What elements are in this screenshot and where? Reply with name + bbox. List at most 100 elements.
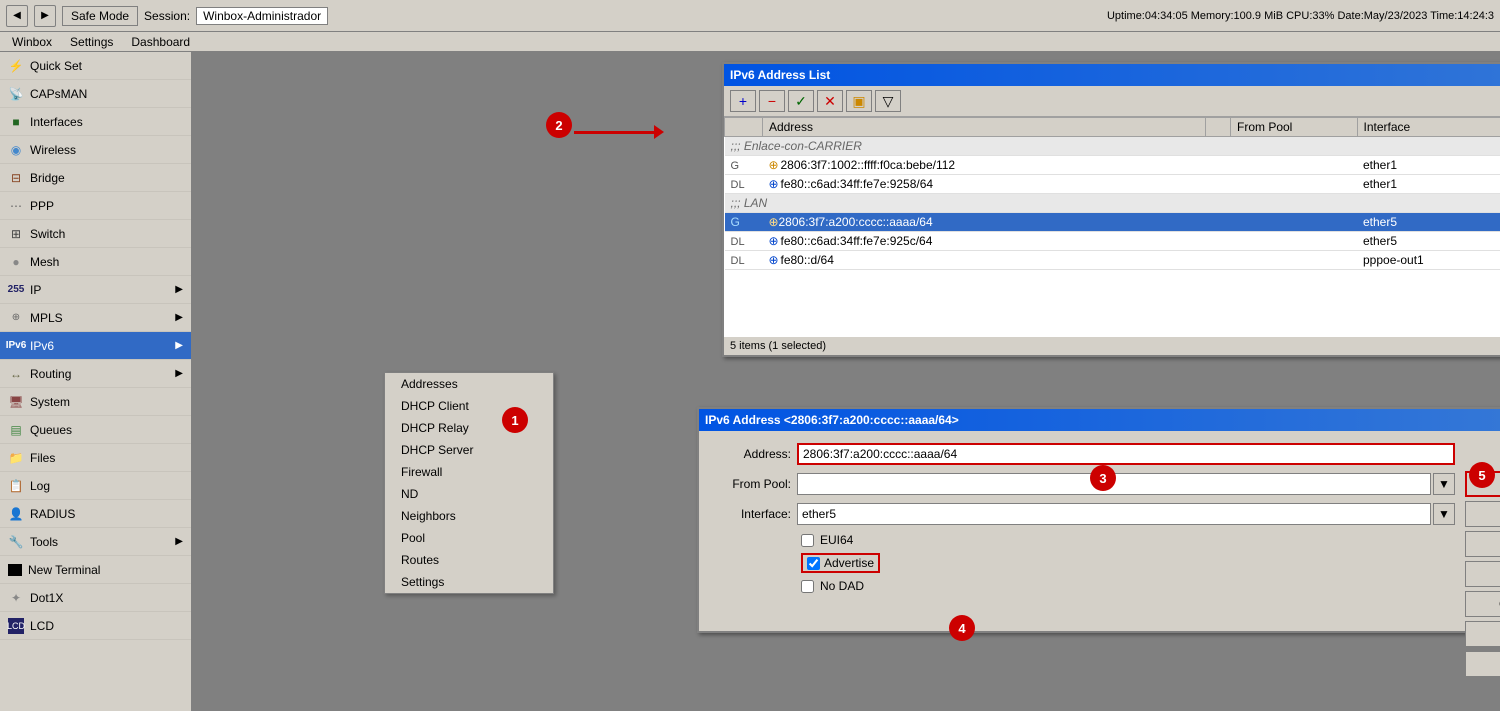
content-area: IPv6 Address List □ ✕ + − ✓ ✕ ▣ ▽ ▼ (192, 52, 1500, 711)
tools-icon: 🔧 (8, 534, 24, 550)
sidebar-item-ppp[interactable]: ⋯ PPP (0, 192, 191, 220)
sidebar-label-switch: Switch (30, 227, 65, 241)
sidebar-item-lcd[interactable]: LCD LCD (0, 612, 191, 640)
menu-routes[interactable]: Routes (385, 549, 553, 571)
sidebar-item-dot1x[interactable]: ✦ Dot1X (0, 584, 191, 612)
menu-settings[interactable]: Settings (385, 571, 553, 593)
log-icon: 📋 (8, 478, 24, 494)
table-status: 5 items (1 selected) (724, 337, 1500, 355)
eui64-label: EUI64 (820, 533, 853, 547)
from-pool-dropdown[interactable]: ▼ (1433, 473, 1455, 495)
from-pool-select-container: ▼ (797, 473, 1455, 495)
dot1x-icon: ✦ (8, 590, 24, 606)
ip-arrow: ▶ (175, 284, 183, 295)
menu-addresses[interactable]: Addresses (385, 373, 553, 395)
menu-winbox[interactable]: Winbox (4, 34, 60, 50)
from-pool-row: From Pool: ▼ (711, 473, 1455, 495)
sidebar-item-wireless[interactable]: ◉ Wireless (0, 136, 191, 164)
row-interface: pppoe-out1 (1357, 251, 1500, 270)
sidebar-label-ipv6: IPv6 (30, 339, 54, 353)
safe-mode-button[interactable]: Safe Mode (62, 6, 138, 26)
cancel-button[interactable]: Cancel (1465, 501, 1500, 527)
menu-neighbors[interactable]: Neighbors (385, 505, 553, 527)
table-row-selected[interactable]: G ⊕2806:3f7:a200:cccc::aaaa/64 ether5 ye… (725, 213, 1500, 232)
menu-dashboard[interactable]: Dashboard (123, 34, 198, 50)
add-button[interactable]: + (730, 90, 756, 112)
step-badge-5: 5 (1469, 462, 1495, 488)
col-flag (725, 118, 763, 137)
menu-settings[interactable]: Settings (62, 34, 121, 50)
menu-pool[interactable]: Pool (385, 527, 553, 549)
table-row[interactable]: DL ⊕fe80::d/64 pppoe-out1 no (725, 251, 1500, 270)
remove-button[interactable]: − (759, 90, 785, 112)
enable-button[interactable]: ✓ (788, 90, 814, 112)
no-dad-checkbox[interactable] (801, 580, 814, 593)
row-address: ⊕2806:3f7:a200:cccc::aaaa/64 (762, 213, 1205, 232)
sidebar-item-tools[interactable]: 🔧 Tools ▶ (0, 528, 191, 556)
arrow-2 (574, 125, 664, 139)
list-toolbar: + − ✓ ✕ ▣ ▽ ▼ (724, 86, 1500, 117)
ipv6-addr-title: IPv6 Address <2806:3f7:a200:cccc::aaaa/6… (705, 413, 959, 427)
step-badge-1: 1 (502, 407, 528, 433)
sidebar-item-quick-set[interactable]: ⚡ Quick Set (0, 52, 191, 80)
table-row[interactable]: DL ⊕fe80::c6ad:34ff:fe7e:925c/64 ether5 … (725, 232, 1500, 251)
ipv6-icon: IPv6 (8, 338, 24, 354)
sidebar-item-capsman[interactable]: 📡 CAPsMAN (0, 80, 191, 108)
interface-row: Interface: ▼ (711, 503, 1455, 525)
table-row[interactable]: G ⊕2806:3f7:1002::ffff:f0ca:bebe/112 eth… (725, 156, 1500, 175)
ipv6-arrow: ▶ (175, 340, 183, 351)
disable-button[interactable]: ✕ (817, 90, 843, 112)
remove-button-dialog[interactable]: Remove (1465, 651, 1500, 677)
step-badge-4: 4 (949, 615, 975, 641)
sidebar-item-log[interactable]: 📋 Log (0, 472, 191, 500)
sidebar-item-routing[interactable]: ↔ Routing ▶ (0, 360, 191, 388)
sidebar-item-bridge[interactable]: ⊟ Bridge (0, 164, 191, 192)
address-label: Address: (711, 447, 791, 461)
forward-button[interactable]: ▶ (34, 5, 56, 27)
sidebar-item-switch[interactable]: ⊞ Switch (0, 220, 191, 248)
advertise-checkbox[interactable] (807, 557, 820, 570)
sidebar-item-ip[interactable]: 255 IP ▶ (0, 276, 191, 304)
sidebar-label-new-terminal: New Terminal (28, 563, 100, 577)
sidebar-item-files[interactable]: 📁 Files (0, 444, 191, 472)
sidebar-item-mpls[interactable]: ⊕ MPLS ▶ (0, 304, 191, 332)
row-address: ⊕2806:3f7:1002::ffff:f0ca:bebe/112 (762, 156, 1205, 175)
tools-arrow: ▶ (175, 536, 183, 547)
lcd-icon: LCD (8, 618, 24, 634)
comment-button[interactable]: ▣ (846, 90, 872, 112)
copy-button[interactable]: Copy (1465, 621, 1500, 647)
menu-dhcp-server[interactable]: DHCP Server (385, 439, 553, 461)
sidebar-item-radius[interactable]: 👤 RADIUS (0, 500, 191, 528)
ipv6-addr-titlebar: IPv6 Address <2806:3f7:a200:cccc::aaaa/6… (699, 409, 1500, 431)
sidebar-item-queues[interactable]: ▤ Queues (0, 416, 191, 444)
routing-arrow: ▶ (175, 368, 183, 379)
row-address: ⊕fe80::d/64 (762, 251, 1205, 270)
address-input[interactable] (797, 443, 1455, 465)
disable-button[interactable]: Disable (1465, 561, 1500, 587)
step-badge-3: 3 (1090, 465, 1116, 491)
interface-input[interactable] (797, 503, 1431, 525)
comment-button-dialog[interactable]: Comment (1465, 591, 1500, 617)
back-button[interactable]: ◀ (6, 5, 28, 27)
sidebar-item-ipv6[interactable]: IPv6 IPv6 ▶ (0, 332, 191, 360)
sidebar-label-capsman: CAPsMAN (30, 87, 87, 101)
top-bar: ◀ ▶ Safe Mode Session: Winbox-Administra… (0, 0, 1500, 32)
menu-bar: Winbox Settings Dashboard (0, 32, 1500, 52)
interface-dropdown[interactable]: ▼ (1433, 503, 1455, 525)
filter-button[interactable]: ▽ (875, 90, 901, 112)
table-row[interactable]: DL ⊕fe80::c6ad:34ff:fe7e:9258/64 ether1 … (725, 175, 1500, 194)
menu-nd[interactable]: ND (385, 483, 553, 505)
sidebar-item-interfaces[interactable]: ■ Interfaces (0, 108, 191, 136)
sidebar-label-ppp: PPP (30, 199, 54, 213)
menu-dhcp-client[interactable]: DHCP Client (385, 395, 553, 417)
sidebar-item-new-terminal[interactable]: New Terminal (0, 556, 191, 584)
menu-firewall[interactable]: Firewall (385, 461, 553, 483)
sidebar-item-system[interactable]: 🖥 System (0, 388, 191, 416)
address-row: Address: (711, 443, 1455, 465)
apply-button[interactable]: Apply (1465, 531, 1500, 557)
quick-set-icon: ⚡ (8, 58, 24, 74)
table-header-row: Address From Pool Interface / Advertise … (725, 118, 1500, 137)
sidebar-label-system: System (30, 395, 70, 409)
sidebar-item-mesh[interactable]: ● Mesh (0, 248, 191, 276)
eui64-checkbox[interactable] (801, 534, 814, 547)
